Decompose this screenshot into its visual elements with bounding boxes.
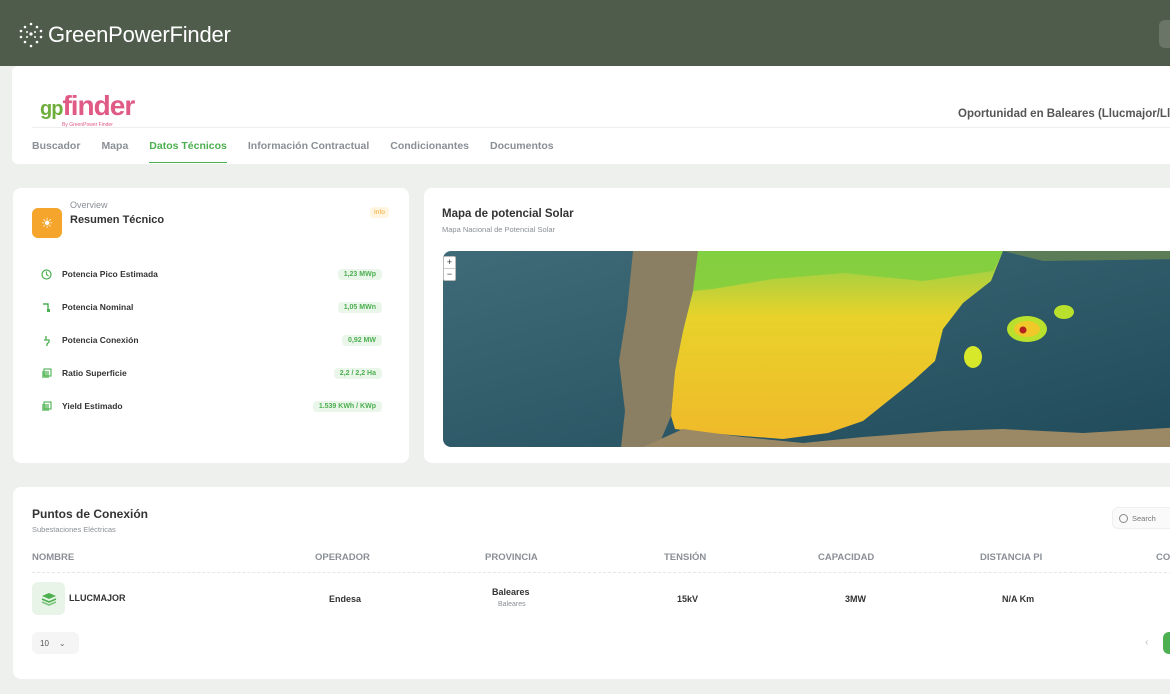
map-title: Mapa de potencial Solar — [442, 208, 574, 220]
power-icon — [40, 301, 52, 313]
metric-value: 1.539 KWh / KWp — [312, 400, 382, 412]
plug-icon — [40, 334, 52, 346]
table-header-divider — [32, 572, 1170, 573]
metric-row: Ratio Superficie 2,2 / 2,2 Ha — [40, 365, 382, 381]
overview-title: Resumen Técnico — [70, 214, 165, 226]
area-icon — [40, 367, 52, 379]
brand-name: GreenPowerFinder — [48, 22, 231, 47]
column-header-provincia[interactable]: PROVINCIA — [485, 552, 538, 563]
technical-summary-card: ☀ Overview Resumen Técnico Info Potencia… — [13, 188, 409, 463]
header-divider — [32, 127, 1170, 128]
solar-potential-map[interactable] — [443, 251, 1170, 447]
map-zoom-control: + − — [443, 256, 456, 281]
solar-map-card: Mapa de potencial Solar Mapa Nacional de… — [424, 188, 1170, 463]
page-size-value: 10 — [40, 638, 49, 648]
tab-datos-tecnicos[interactable]: Datos Técnicos — [149, 140, 227, 163]
metric-value: 1,05 MWn — [337, 301, 382, 313]
column-header-tension[interactable]: TENSIÓN — [664, 552, 706, 563]
cell-provincia-sub: Baleares — [498, 601, 526, 608]
cell-capacidad: 3MW — [845, 594, 866, 604]
tab-mapa[interactable]: Mapa — [101, 140, 128, 163]
sun-icon: ☀ — [32, 208, 62, 238]
connection-title: Puntos de Conexión — [32, 507, 149, 521]
metric-row: Potencia Conexión 0,92 MW — [40, 332, 382, 348]
hexagon-logo-icon — [19, 22, 43, 48]
opportunity-title: Oportunidad en Baleares (Llucmajor/Lluc — [958, 108, 1170, 120]
metric-label: Potencia Nominal — [62, 302, 134, 312]
metric-label: Potencia Pico Estimada — [62, 269, 158, 279]
search-input[interactable] — [1132, 513, 1170, 523]
logo-gp-text: gp — [40, 98, 63, 120]
cell-distancia: N/A Km — [1002, 594, 1035, 604]
zoom-in-button[interactable]: + — [444, 257, 455, 269]
chevron-down-icon: ⌄ — [58, 638, 66, 648]
gpfinder-logo[interactable]: gpfinder By GreenPower Finder — [40, 90, 135, 128]
column-header-co[interactable]: CO — [1156, 552, 1170, 563]
search-box — [1112, 507, 1170, 529]
cell-tension: 15kV — [677, 594, 699, 604]
tab-condicionantes[interactable]: Condicionantes — [390, 140, 469, 163]
map-image — [443, 251, 1170, 447]
metric-value: 2,2 / 2,2 Ha — [333, 367, 382, 379]
tab-documentos[interactable]: Documentos — [490, 140, 554, 163]
column-header-operador[interactable]: OPERADOR — [315, 552, 370, 563]
connection-points-card: Puntos de Conexión Subestaciones Eléctri… — [13, 487, 1170, 679]
column-header-nombre[interactable]: NOMBRE — [32, 552, 74, 563]
logo-finder-text: finder — [62, 90, 135, 121]
metric-label: Ratio Superficie — [62, 368, 127, 378]
substation-icon — [32, 582, 65, 615]
page-size-select[interactable]: 10 ⌄ — [32, 632, 79, 654]
pagination-current-page[interactable] — [1163, 632, 1170, 654]
brand[interactable]: GreenPowerFinder — [18, 21, 231, 49]
cell-operador: Endesa — [329, 594, 362, 604]
tab-buscador[interactable]: Buscador — [32, 140, 80, 163]
column-header-capacidad[interactable]: CAPACIDAD — [818, 552, 874, 563]
user-menu-button[interactable] — [1159, 20, 1170, 48]
metric-row: Potencia Nominal 1,05 MWn — [40, 299, 382, 315]
solar-panel-icon — [40, 268, 52, 280]
metric-label: Potencia Conexión — [62, 335, 139, 345]
metric-row: Potencia Pico Estimada 1,23 MWp — [40, 266, 382, 282]
top-bar: GreenPowerFinder — [0, 0, 1170, 66]
column-header-distancia[interactable]: DISTANCIA PI — [980, 552, 1042, 563]
metric-value: 1,23 MWp — [337, 268, 382, 280]
tab-informacion-contractual[interactable]: Información Contractual — [248, 140, 369, 163]
cell-nombre: LLUCMAJOR — [69, 593, 126, 603]
yield-icon — [40, 400, 52, 412]
pagination-prev-button[interactable]: ‹ — [1145, 637, 1148, 648]
tab-bar: Buscador Mapa Datos Técnicos Información… — [32, 140, 575, 163]
search-icon — [1119, 513, 1128, 523]
metric-row: Yield Estimado 1.539 KWh / KWp — [40, 398, 382, 414]
overview-kicker: Overview — [70, 200, 108, 210]
map-subtitle: Mapa Nacional de Potencial Solar — [442, 225, 555, 234]
zoom-out-button[interactable]: − — [444, 269, 455, 281]
metric-label: Yield Estimado — [62, 401, 123, 411]
connection-subtitle: Subestaciones Eléctricas — [32, 525, 116, 534]
cell-provincia: Baleares — [492, 587, 530, 597]
info-badge: Info — [370, 207, 389, 218]
metric-value: 0,92 MW — [341, 334, 382, 346]
header-card: gpfinder By GreenPower Finder Oportunida… — [12, 66, 1170, 164]
